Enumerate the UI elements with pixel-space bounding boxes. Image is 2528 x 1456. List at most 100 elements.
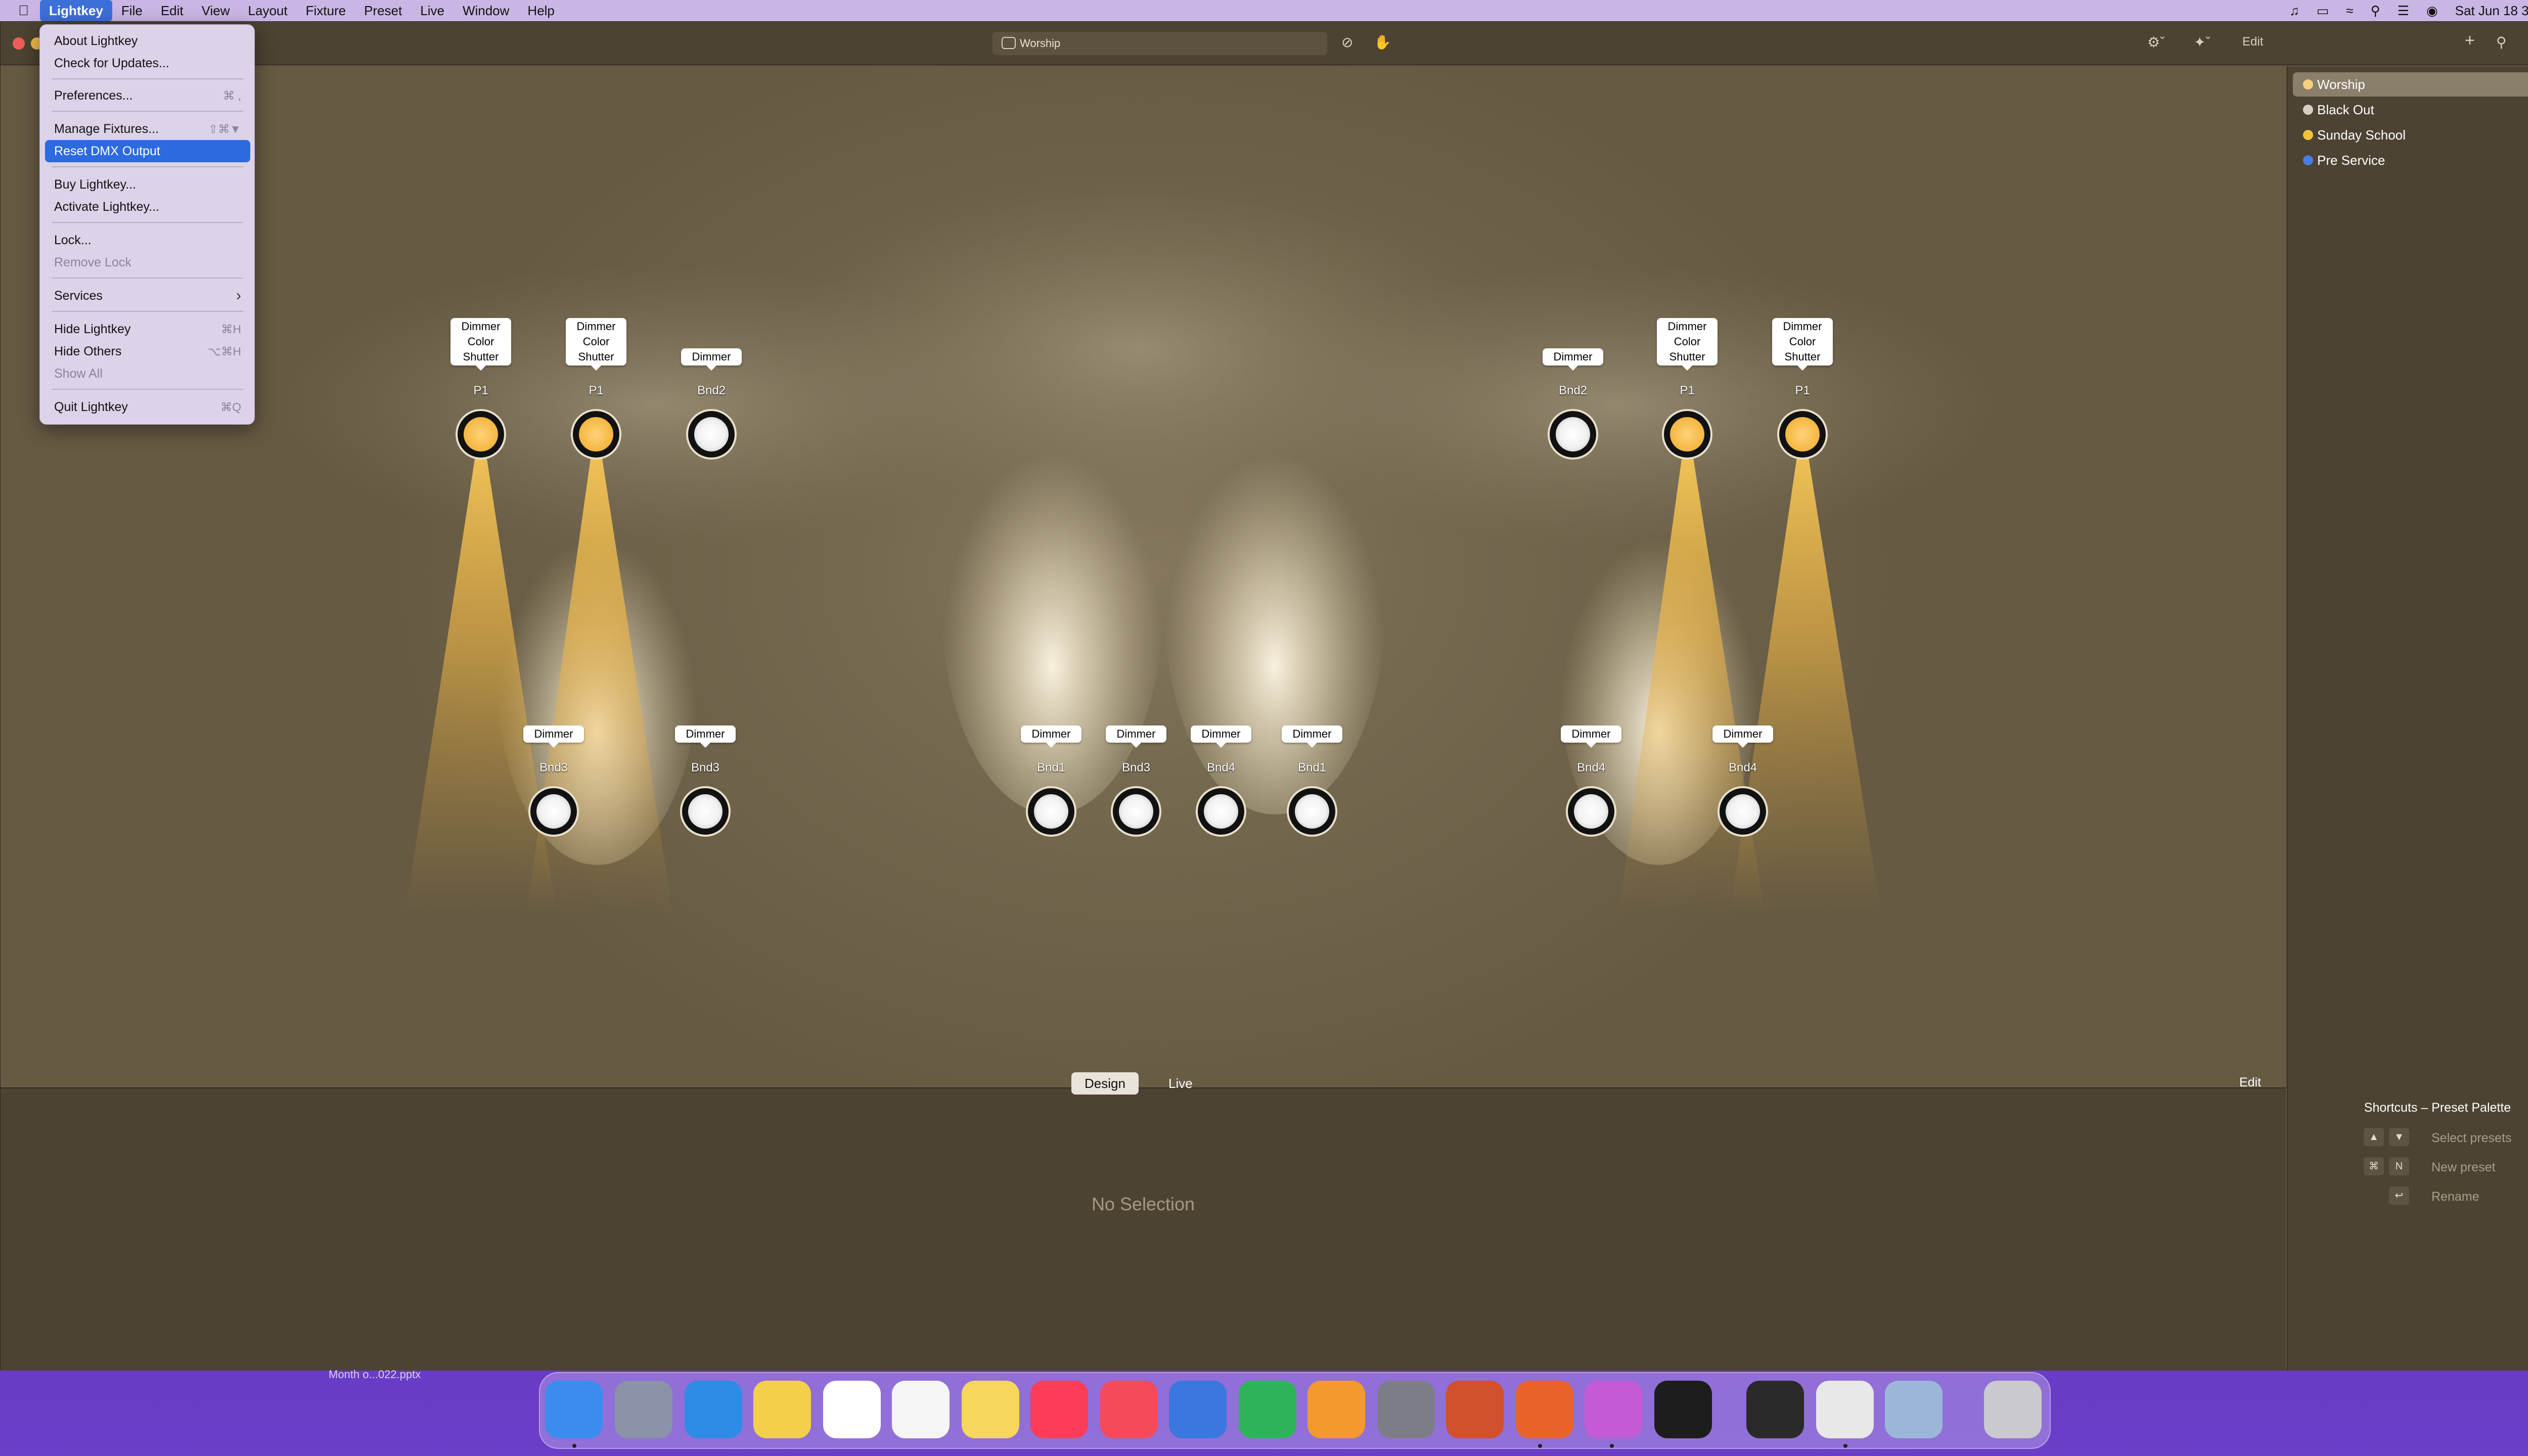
menu-separator xyxy=(52,166,243,167)
office-dock-icon[interactable] xyxy=(1516,1381,1573,1438)
menu-fixture[interactable]: Fixture xyxy=(297,0,355,21)
search-icon[interactable]: ⚲ xyxy=(2496,34,2507,51)
fixture-bnd3[interactable] xyxy=(528,786,579,837)
fixture-p1[interactable] xyxy=(1777,409,1828,460)
fixture-p1[interactable] xyxy=(1662,409,1712,460)
trash-dock-icon[interactable] xyxy=(1984,1381,2042,1438)
menu-live[interactable]: Live xyxy=(411,0,454,21)
menu-item-about[interactable]: About Lightkey xyxy=(45,30,250,52)
menu-item-preferences[interactable]: Preferences... ⌘ , xyxy=(45,84,250,107)
notes-dock-icon[interactable] xyxy=(962,1381,1019,1438)
fixture-bnd2[interactable] xyxy=(686,409,737,460)
menubar-clock[interactable]: Sat Jun 18 3:19 PM xyxy=(2455,3,2528,19)
fixture-bnd4[interactable] xyxy=(1718,786,1768,837)
attribute-label: Dimmer xyxy=(1201,727,1241,740)
preset-item[interactable]: Worship xyxy=(2293,72,2528,97)
safari-dock-icon[interactable] xyxy=(685,1381,742,1438)
menu-item-hide-lightkey[interactable]: Hide Lightkey ⌘H xyxy=(45,318,250,340)
launchpad-dock-icon[interactable] xyxy=(615,1381,672,1438)
menu-item-lock[interactable]: Lock... xyxy=(45,229,250,251)
fixture-light-icon xyxy=(1574,794,1608,829)
quicktime-dock-icon[interactable] xyxy=(1746,1381,1804,1438)
system-settings-dock-icon[interactable] xyxy=(1377,1381,1435,1438)
menu-preset[interactable]: Preset xyxy=(355,0,411,21)
reminders-dock-icon[interactable] xyxy=(892,1381,950,1438)
powerpoint-dock-icon[interactable] xyxy=(1446,1381,1504,1438)
menu-view[interactable]: View xyxy=(193,0,239,21)
wifi-icon[interactable]: ≈ xyxy=(2346,3,2353,19)
visibility-off-icon[interactable]: ⊘ xyxy=(1341,34,1353,51)
shortcut-label-select: Select presets xyxy=(2431,1131,2512,1145)
chrome-dock-icon[interactable] xyxy=(1816,1381,1874,1438)
fixture-bnd1[interactable] xyxy=(1026,786,1076,837)
menu-item-hide-others[interactable]: Hide Others ⌥⌘H xyxy=(45,340,250,362)
keynote-dock-icon[interactable] xyxy=(1169,1381,1227,1438)
attribute-label: Dimmer xyxy=(686,727,725,740)
screen-mirror-icon[interactable]: ▭ xyxy=(2317,3,2329,19)
lightkey-dock-icon[interactable] xyxy=(1585,1381,1642,1438)
fixture-bnd3[interactable] xyxy=(1111,786,1161,837)
menu-file[interactable]: File xyxy=(112,0,152,21)
fixture-bnd4[interactable] xyxy=(1566,786,1616,837)
desktop-file-label[interactable]: Month o...022.pptx xyxy=(329,1368,421,1381)
pages-dock-icon[interactable] xyxy=(1307,1381,1365,1438)
inspector-edit-button[interactable]: Edit xyxy=(2239,1075,2261,1090)
fixture-bnd1[interactable] xyxy=(1287,786,1337,837)
stage-view[interactable]: Dimmer Color Shutter P1 Dimmer Color Shutter P1… xyxy=(1,66,2286,1087)
fixture-name: Bnd3 xyxy=(691,761,720,775)
menu-layout[interactable]: Layout xyxy=(239,0,297,21)
document-name-field[interactable]: Worship xyxy=(992,32,1327,55)
attribute-label: Dimmer xyxy=(461,320,501,333)
tab-live[interactable]: Live xyxy=(1155,1072,1206,1095)
menu-item-buy[interactable]: Buy Lightkey... xyxy=(45,173,250,196)
attribute-label: Color xyxy=(467,335,494,348)
activity-monitor-dock-icon[interactable] xyxy=(1654,1381,1712,1438)
news-dock-icon[interactable] xyxy=(1100,1381,1158,1438)
attribute-label: Dimmer xyxy=(534,727,573,740)
numbers-dock-icon[interactable] xyxy=(1239,1381,1296,1438)
fixture-light-icon xyxy=(1670,417,1704,451)
menu-item-check-updates[interactable]: Check for Updates... xyxy=(45,52,250,74)
fixture-name: Bnd4 xyxy=(1576,761,1606,775)
preset-item[interactable]: Sunday School xyxy=(2293,123,2528,147)
fixture-p1[interactable] xyxy=(456,409,506,460)
finder-dock-icon[interactable] xyxy=(545,1381,603,1438)
menu-help[interactable]: Help xyxy=(518,0,563,21)
fixture-p1[interactable] xyxy=(571,409,621,460)
light-beams xyxy=(279,183,1998,916)
preset-item[interactable]: Black Out xyxy=(2293,98,2528,122)
toolbar-edit-button[interactable]: Edit xyxy=(2242,35,2263,49)
tab-design[interactable]: Design xyxy=(1071,1072,1139,1095)
tools-icon[interactable]: ✦ˇ xyxy=(2194,34,2210,51)
shortcut-label-rename: Rename xyxy=(2431,1190,2479,1204)
menu-item-services[interactable]: Services › xyxy=(45,285,250,307)
menu-separator xyxy=(52,222,243,223)
close-window-button[interactable] xyxy=(13,37,25,50)
photos-dock-icon[interactable] xyxy=(753,1381,811,1438)
gear-icon[interactable]: ⚙ˇ xyxy=(2147,34,2164,51)
menu-item-manage-fixtures[interactable]: Manage Fixtures... ⇧⌘▼ xyxy=(45,118,250,140)
headphones-icon[interactable]: ♫ xyxy=(2289,3,2299,19)
siri-icon[interactable]: ◉ xyxy=(2426,3,2438,19)
control-center-icon[interactable]: ☰ xyxy=(2398,3,2409,19)
menu-item-quit[interactable]: Quit Lightkey ⌘Q xyxy=(45,396,250,418)
fixture-bnd3[interactable] xyxy=(680,786,731,837)
menu-edit[interactable]: Edit xyxy=(152,0,193,21)
fixture-bnd4[interactable] xyxy=(1196,786,1246,837)
preset-sidebar: Worship Black Out Sunday School Pre Service xyxy=(2287,66,2528,1087)
search-icon[interactable]: ⚲ xyxy=(2371,3,2380,19)
hand-icon[interactable]: ✋ xyxy=(1374,34,1391,51)
menu-item-reset-dmx[interactable]: Reset DMX Output xyxy=(45,140,250,162)
menu-item-activate[interactable]: Activate Lightkey... xyxy=(45,196,250,218)
fixture-attribute-tag: Dimmer Color Shutter xyxy=(450,318,511,371)
apple-menu-icon[interactable]:  xyxy=(0,0,40,21)
shortcuts-panel: Shortcuts – Preset Palette ▲ ▼ Select pr… xyxy=(2287,1087,2528,1371)
preview-dock-icon[interactable] xyxy=(1885,1381,1943,1438)
preset-item[interactable]: Pre Service xyxy=(2293,148,2528,172)
add-icon[interactable]: + xyxy=(2465,31,2475,51)
fixture-bnd2[interactable] xyxy=(1548,409,1598,460)
music-dock-icon[interactable] xyxy=(1030,1381,1088,1438)
menu-window[interactable]: Window xyxy=(454,0,518,21)
menu-lightkey[interactable]: Lightkey xyxy=(40,0,112,21)
calendar-dock-icon[interactable] xyxy=(823,1381,881,1438)
